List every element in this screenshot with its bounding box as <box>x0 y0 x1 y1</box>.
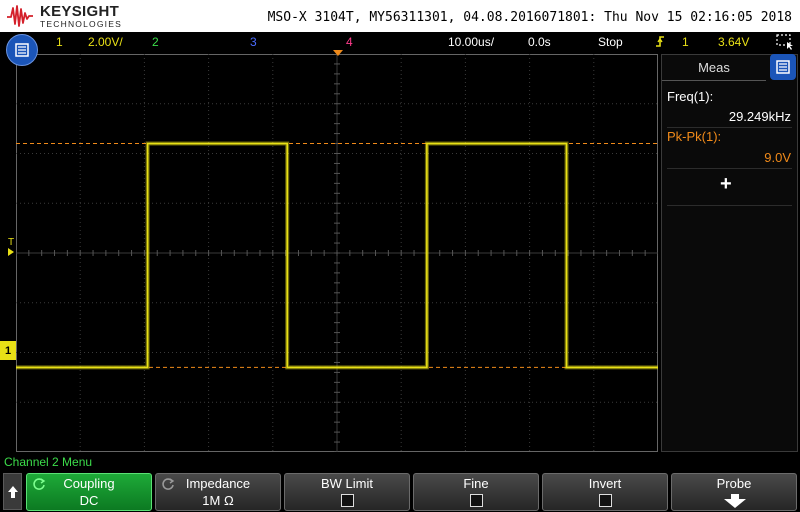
keysight-logo: KEYSIGHT TECHNOLOGIES <box>6 2 122 30</box>
graticule <box>15 53 659 453</box>
meas-divider <box>667 168 792 169</box>
ch1-ground-marker[interactable]: 1 <box>0 341 16 360</box>
trigger-level[interactable]: 3.64V <box>718 35 749 49</box>
time-delay[interactable]: 0.0s <box>528 35 551 49</box>
trigger-arrow-icon <box>8 248 14 256</box>
invert-softkey[interactable]: Invert <box>542 473 668 511</box>
instrument-info: MSO-X 3104T, MY56311301, 04.08.201607180… <box>267 10 792 25</box>
timebase-scale[interactable]: 10.00us/ <box>448 35 494 49</box>
up-arrow-icon <box>7 485 18 498</box>
title-bar: KEYSIGHT TECHNOLOGIES MSO-X 3104T, MY563… <box>0 0 800 32</box>
coupling-label: Coupling <box>63 476 115 491</box>
trigger-edge-icon[interactable] <box>655 35 665 51</box>
trigger-level-marker[interactable]: T <box>8 237 14 259</box>
freq-value: 29.249kHz <box>728 109 791 124</box>
invert-checkbox[interactable] <box>599 494 612 507</box>
coupling-softkey[interactable]: Coupling DC <box>26 473 152 511</box>
probe-label: Probe <box>716 476 752 491</box>
brand-subtitle: TECHNOLOGIES <box>40 18 122 29</box>
impedance-value: 1M Ω <box>202 493 234 508</box>
trigger-source[interactable]: 1 <box>682 35 689 49</box>
measurement-panel: Meas Freq(1): 29.249kHz Pk-Pk(1): 9.0V + <box>661 54 798 452</box>
ch1-scale[interactable]: 2.00V/ <box>88 35 123 49</box>
trigger-position-marker[interactable] <box>333 50 343 56</box>
touch-cursor-icon[interactable] <box>776 34 794 50</box>
meas-divider <box>667 127 792 128</box>
ch4-number[interactable]: 4 <box>346 35 353 49</box>
fine-checkbox[interactable] <box>470 494 483 507</box>
trigger-marker-label: T <box>8 237 15 248</box>
coupling-value: DC <box>79 493 99 508</box>
panel-menu-icon[interactable] <box>770 54 796 80</box>
pkpk-label: Pk-Pk(1): <box>667 129 722 144</box>
bw-limit-softkey[interactable]: BW Limit <box>284 473 410 511</box>
ch2-number[interactable]: 2 <box>152 35 159 49</box>
fine-label: Fine <box>463 476 489 491</box>
impedance-label: Impedance <box>185 476 251 491</box>
pkpk-value: 9.0V <box>764 150 791 165</box>
menu-title: Channel 2 Menu <box>4 455 93 469</box>
meas-tab[interactable]: Meas <box>662 55 766 81</box>
impedance-softkey[interactable]: Impedance 1M Ω <box>155 473 281 511</box>
waveform-display[interactable] <box>15 53 659 453</box>
bw-limit-checkbox[interactable] <box>341 494 354 507</box>
brand-name: KEYSIGHT <box>40 2 120 20</box>
fine-softkey[interactable]: Fine <box>413 473 539 511</box>
ch3-number[interactable]: 3 <box>250 35 257 49</box>
submenu-arrow-icon <box>724 494 746 508</box>
run-state[interactable]: Stop <box>598 35 623 49</box>
freq-label: Freq(1): <box>667 89 714 104</box>
keysight-wave-icon <box>7 5 33 27</box>
bw-limit-label: BW Limit <box>321 476 373 491</box>
invert-label: Invert <box>588 476 622 491</box>
probe-softkey[interactable]: Probe <box>671 473 797 511</box>
menu-back-button[interactable] <box>3 473 22 510</box>
ch1-number[interactable]: 1 <box>56 35 63 49</box>
home-menu-icon[interactable] <box>6 34 38 66</box>
add-measurement-button[interactable]: + <box>720 173 732 196</box>
status-bar: 1 2.00V/ 2 3 4 10.00us/ 0.0s Stop 1 3.64… <box>0 32 800 52</box>
meas-divider <box>667 205 792 206</box>
